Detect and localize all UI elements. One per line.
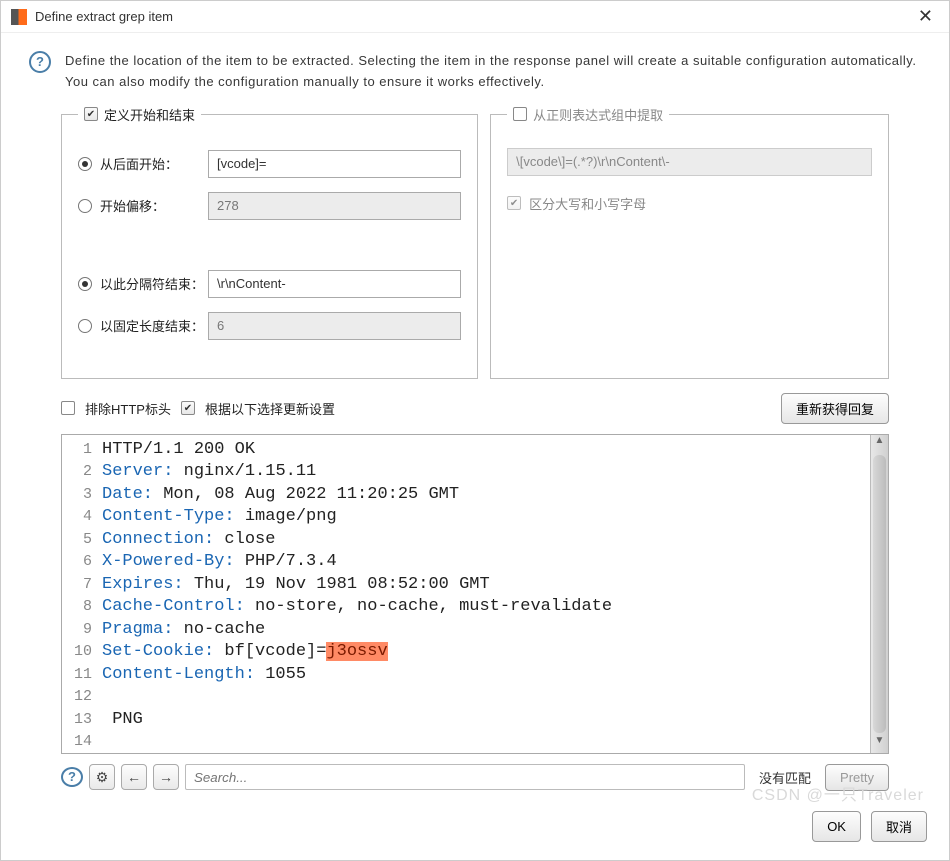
app-icon (11, 9, 27, 25)
radio-end-fixed[interactable] (78, 319, 92, 333)
checkbox-regex-extract[interactable] (513, 107, 527, 121)
search-input[interactable] (185, 764, 745, 790)
code-line[interactable]: 9Pragma: no-cache (62, 619, 870, 642)
code-line[interactable]: 8Cache-Control: no-store, no-cache, must… (62, 596, 870, 619)
radio-end-delim[interactable] (78, 277, 92, 291)
scroll-down-icon[interactable]: ▼ (871, 735, 888, 753)
help-icon[interactable]: ? (61, 767, 83, 787)
input-start-offset (208, 192, 461, 220)
arrow-left-icon[interactable]: ← (121, 764, 147, 790)
checkbox-case-sensitive (507, 196, 521, 210)
close-icon[interactable]: ✕ (912, 6, 939, 27)
code-line[interactable]: 10Set-Cookie: bf[vcode]=j3ossv (62, 641, 870, 664)
description-row: ? Define the location of the item to be … (1, 33, 949, 105)
panel-define-start-end: 定义开始和结束 从后面开始： 开始偏移： 以此分隔符结束： 以固定长度结束： (61, 105, 478, 379)
titlebar: Define extract grep item ✕ (1, 1, 949, 33)
panel-regex-extract: 从正则表达式组中提取 \[vcode\]=(.*?)\r\nContent\- … (490, 105, 889, 379)
refetch-button[interactable]: 重新获得回复 (781, 393, 889, 424)
scroll-thumb[interactable] (873, 455, 886, 733)
ok-button[interactable]: OK (812, 811, 861, 842)
radio-start-offset[interactable] (78, 199, 92, 213)
scrollbar[interactable]: ▲ ▼ (870, 435, 888, 753)
code-line[interactable]: 6X-Powered-By: PHP/7.3.4 (62, 551, 870, 574)
code-line[interactable]: 12 (62, 686, 870, 709)
left-legend: 定义开始和结束 (78, 105, 201, 124)
description-text: Define the location of the item to be ex… (65, 51, 921, 93)
code-line[interactable]: 2Server: nginx/1.15.11 (62, 461, 870, 484)
response-panel[interactable]: 1HTTP/1.1 200 OK2Server: nginx/1.15.113D… (61, 434, 889, 754)
checkbox-exclude-headers[interactable] (61, 401, 75, 415)
input-end-delim[interactable] (208, 270, 461, 298)
gear-icon[interactable]: ⚙ (89, 764, 115, 790)
cancel-button[interactable]: 取消 (871, 811, 927, 842)
code-line[interactable]: 11Content-Length: 1055 (62, 664, 870, 687)
scroll-up-icon[interactable]: ▲ (871, 435, 888, 453)
code-line[interactable]: 7Expires: Thu, 19 Nov 1981 08:52:00 GMT (62, 574, 870, 597)
help-icon[interactable]: ? (29, 51, 51, 73)
window-title: Define extract grep item (35, 9, 912, 24)
pretty-button[interactable]: Pretty (825, 764, 889, 791)
code-line[interactable]: 1HTTP/1.1 200 OK (62, 439, 870, 462)
code-line[interactable]: 5Connection: close (62, 529, 870, 552)
right-legend: 从正则表达式组中提取 (507, 105, 669, 124)
checkbox-update-config[interactable] (181, 401, 195, 415)
input-regex: \[vcode\]=(.*?)\r\nContent\- (507, 148, 872, 176)
code-line[interactable]: 14 (62, 731, 870, 753)
code-line[interactable]: 4Content-Type: image/png (62, 506, 870, 529)
input-end-fixed (208, 312, 461, 340)
input-start-after[interactable] (208, 150, 461, 178)
radio-start-after[interactable] (78, 157, 92, 171)
checkbox-define-start-end[interactable] (84, 107, 98, 121)
code-line[interactable]: 13 PNG (62, 709, 870, 732)
no-match-label: 没有匹配 (759, 768, 811, 787)
arrow-right-icon[interactable]: → (153, 764, 179, 790)
code-line[interactable]: 3Date: Mon, 08 Aug 2022 11:20:25 GMT (62, 484, 870, 507)
